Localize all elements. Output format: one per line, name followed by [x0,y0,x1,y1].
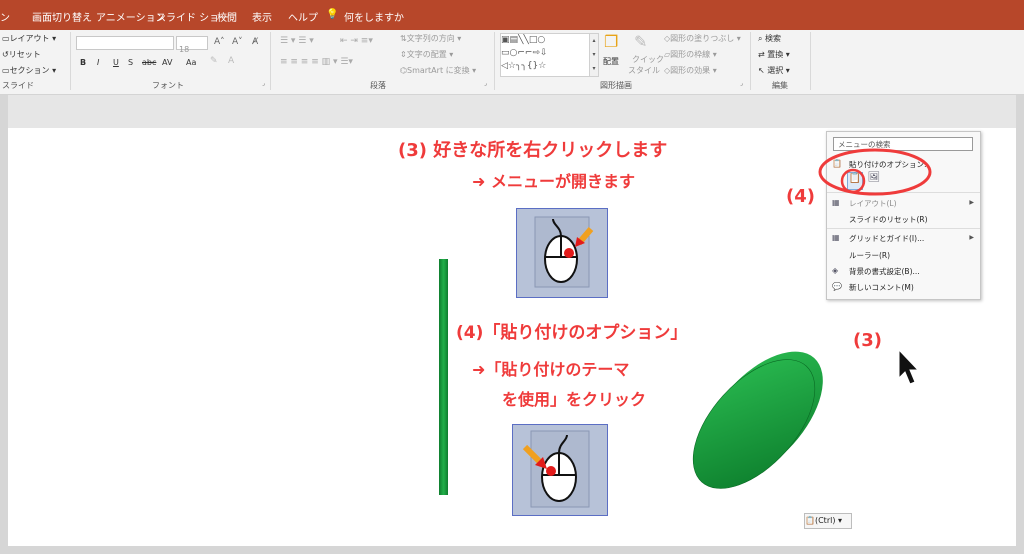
layout-button[interactable]: ▭レイアウト ▾ [2,33,56,44]
menu-item-layout[interactable]: レイアウト(L) [849,198,897,209]
reset-button[interactable]: ↺リセット [2,49,41,60]
paste-options-badge[interactable]: 📋(Ctrl) ▾ [804,513,852,529]
font-color-icon[interactable]: A [228,56,234,66]
menu-item-grid-guides[interactable]: グリッドとガイド(I)... [849,233,924,244]
grow-font-icon[interactable]: A˄ [214,37,225,47]
quick-styles-icon[interactable]: ✎ [634,32,647,51]
lightbulb-icon: 💡 [326,9,339,20]
shapes-gallery[interactable]: ▣▤╲╲□○ ▭○⌐⌐⇨⇩ ◁☆╮╮{}☆ [500,33,590,77]
find-button[interactable]: ⌕ 検索 [758,33,781,44]
menu-item-reset-slide[interactable]: スライドのリセット(R) [849,214,928,225]
highlight-circle-theme-icon [840,168,866,194]
shadow-button[interactable]: S [128,58,133,67]
bullets-icon[interactable]: ☰ ▾ ☰ ▾ [280,36,314,46]
shape-fill-button[interactable]: ◇図形の塗りつぶし ▾ [664,33,741,44]
font-group-label: フォント [152,81,184,90]
mouse-icon [534,216,594,288]
format-background-icon: ◈ [832,266,839,275]
tab-transitions[interactable]: 画面切り替え [32,9,92,24]
new-comment-icon: 💬 [832,282,842,291]
step3-label: (3) [853,330,882,351]
menu-item-ruler[interactable]: ルーラー(R) [849,250,890,261]
underline-button[interactable]: U [113,58,119,67]
green-oval-shape[interactable] [678,338,838,498]
step4-title: (4)「貼り付けのオプション」 [456,323,688,343]
right-click-mouse-illustration [516,208,608,298]
font-name-field[interactable] [76,36,174,50]
slides-group-label: スライド [2,81,34,90]
mouse-icon [522,430,590,508]
green-bar-shape[interactable] [439,259,448,495]
dialog-launcher-icon[interactable]: ⌟ [262,80,265,87]
highlight-icon[interactable]: ✎ [210,56,218,66]
align-text-button[interactable]: ⇕文字の配置 ▾ [400,49,453,60]
char-spacing-button[interactable]: AV [162,58,172,67]
italic-button[interactable]: I [97,58,99,67]
align-icons[interactable]: ≡ ≡ ≡ ≡ ▥ ▾ ☰▾ [280,57,353,67]
gallery-scroll[interactable]: ▴ ▾ ▾ [589,33,599,77]
layout-icon: ▦ [832,198,840,207]
divider [750,32,751,90]
select-button[interactable]: ↖ 選択 ▾ [758,65,790,76]
quick-styles-label[interactable]: クイック [632,54,664,65]
text-direction-button[interactable]: ⇅文字列の方向 ▾ [400,33,461,44]
divider [810,32,811,90]
editing-group-label: 編集 [772,81,788,90]
step3-title: (3) 好きな所を右クリックします [398,140,668,161]
step3-subtitle: ➜ メニューが開きます [472,172,635,191]
font-size-field[interactable]: 18 [176,36,208,54]
divider [270,32,271,90]
tab-design[interactable]: ン [0,9,10,24]
menu-item-new-comment[interactable]: 新しいコメント(M) [849,282,914,293]
shape-outline-button[interactable]: ▱図形の枠線 ▾ [664,49,717,60]
shape-effects-button[interactable]: ◇図形の効果 ▾ [664,65,717,76]
submenu-arrow-icon: ▶ [969,199,974,206]
tell-me-search[interactable]: 何をしますか [344,9,404,24]
ruler-band [8,95,1016,128]
menu-item-format-background[interactable]: 背景の書式設定(B)... [849,266,920,277]
highlight-circle-paste-options [818,148,932,196]
clear-format-icon[interactable]: Ⱥ [252,37,258,47]
change-case-button[interactable]: Aa [186,58,196,67]
smartart-button[interactable]: ⌬SmartArt に変換 ▾ [400,65,476,76]
grid-icon: ▦ [832,233,840,242]
left-click-mouse-illustration [512,424,608,516]
indent-icon[interactable]: ⇤ ⇥ ≡▾ [340,36,373,46]
drawing-group-label: 図形描画 [600,81,632,90]
mouse-pointer-icon [898,348,920,385]
arrange-icon[interactable]: ❐ [604,32,618,51]
paragraph-group-label: 段落 [370,81,386,90]
quick-styles-label2[interactable]: スタイル [628,65,660,76]
section-button[interactable]: ▭セクション ▾ [2,65,56,76]
shrink-font-icon[interactable]: A˅ [232,37,243,47]
dialog-launcher-icon[interactable]: ⌟ [484,80,487,87]
tab-help[interactable]: ヘルプ [288,9,318,24]
submenu-arrow-icon: ▶ [969,234,974,241]
ribbon-tab-bar: ン 画面切り替え アニメーション スライド ショー 校閲 表示 ヘルプ 💡 何を… [0,0,1024,30]
step4-subtitle-2: を使用」をクリック [502,390,647,409]
step4-subtitle-1: ➜「貼り付けのテーマ [472,360,630,379]
step4-label: (4) [786,186,815,207]
strikethrough-button[interactable]: abc [142,58,156,67]
tab-review[interactable]: 校閲 [217,9,237,24]
clipboard-icon: 📋 [805,516,815,525]
bold-button[interactable]: B [80,58,86,67]
dialog-launcher-icon[interactable]: ⌟ [740,80,743,87]
menu-divider [827,228,980,229]
replace-button[interactable]: ⇄ 置換 ▾ [758,49,790,60]
tab-view[interactable]: 表示 [252,9,272,24]
ribbon: ▭レイアウト ▾ ↺リセット ▭セクション ▾ スライド 18 A˄ A˅ Ⱥ … [0,30,1024,95]
divider [70,32,71,90]
arrange-button[interactable]: 配置 [603,56,619,67]
divider [494,32,495,90]
